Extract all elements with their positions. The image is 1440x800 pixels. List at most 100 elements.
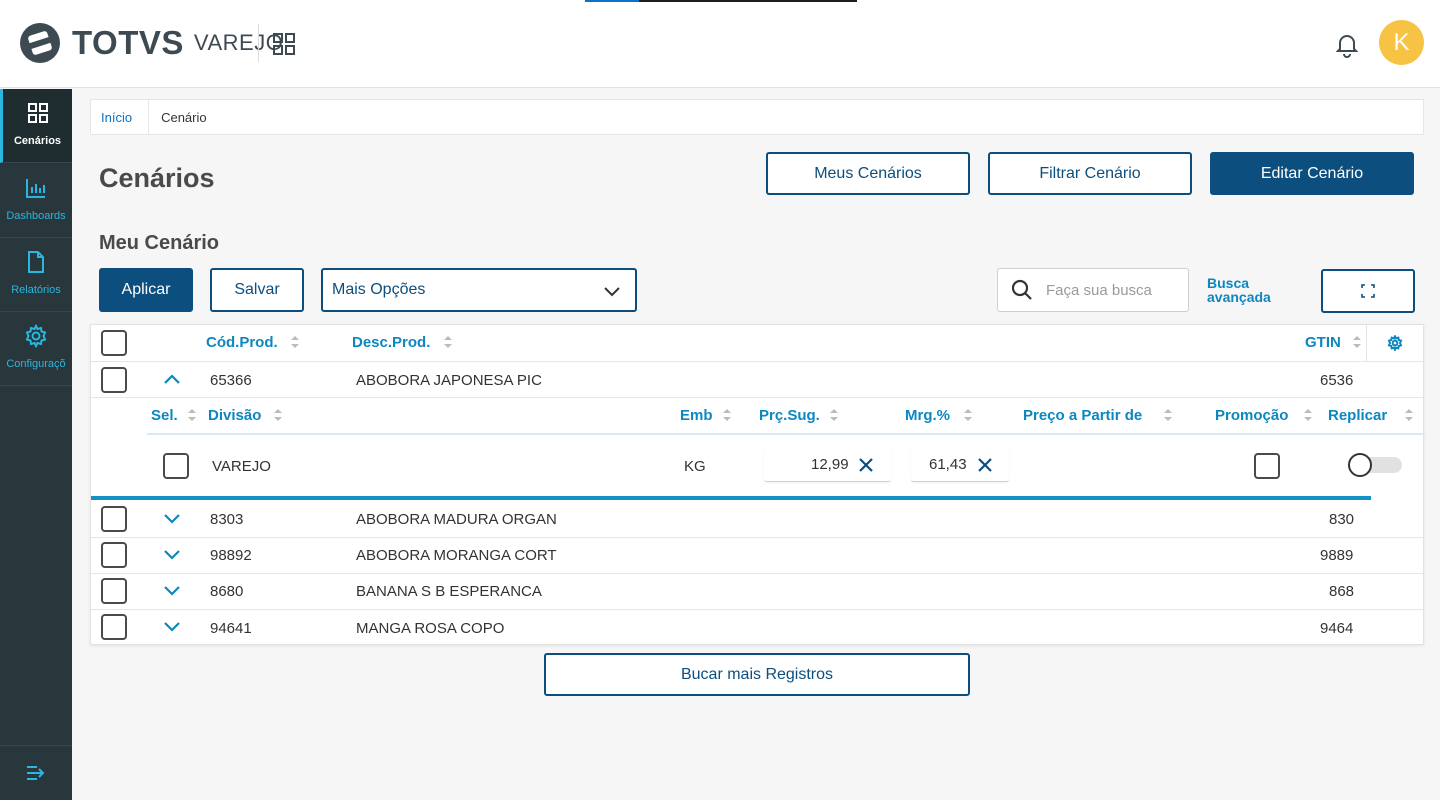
breadcrumb: Início Cenário bbox=[90, 99, 1424, 135]
row-checkbox[interactable] bbox=[101, 367, 127, 393]
promocao-checkbox[interactable] bbox=[1254, 453, 1280, 479]
editar-cenario-button[interactable]: Editar Cenário bbox=[1210, 152, 1414, 195]
sort-icon[interactable] bbox=[964, 409, 972, 421]
row-checkbox[interactable] bbox=[101, 542, 127, 568]
clear-icon[interactable] bbox=[977, 457, 993, 473]
breadcrumb-home-link[interactable]: Início bbox=[91, 100, 150, 134]
replicar-toggle[interactable] bbox=[1348, 453, 1402, 477]
detail-header-promocao[interactable]: Promoção bbox=[1215, 407, 1288, 424]
sidebar-item-dashboards[interactable]: Dashboards bbox=[0, 164, 72, 238]
mrg-value: 61,43 bbox=[929, 456, 967, 473]
column-header-desc[interactable]: Desc.Prod. bbox=[352, 334, 430, 351]
sidebar-collapse-button[interactable] bbox=[0, 745, 72, 800]
sort-icon[interactable] bbox=[830, 409, 838, 421]
mrg-field[interactable]: 61,43 bbox=[911, 448, 1009, 482]
column-header-cod[interactable]: Cód.Prod. bbox=[206, 334, 278, 351]
sort-icon[interactable] bbox=[274, 409, 282, 421]
top-header: TOTVS VAREJO K bbox=[0, 0, 1440, 88]
breadcrumb-current: Cenário bbox=[161, 109, 207, 125]
chevron-down-icon[interactable] bbox=[163, 545, 181, 563]
meus-cenarios-button[interactable]: Meus Cenários bbox=[766, 152, 970, 195]
sidebar-item-label: Configuraçõ bbox=[6, 358, 66, 370]
detail-header-sel[interactable]: Sel. bbox=[151, 407, 178, 424]
detail-header-divisao[interactable]: Divisão bbox=[208, 407, 261, 424]
row-gtin: 9889 bbox=[1320, 547, 1354, 564]
row-checkbox[interactable] bbox=[101, 506, 127, 532]
bar-chart-icon bbox=[26, 179, 45, 198]
prc-sug-value: 12,99 bbox=[811, 456, 849, 473]
select-all-checkbox[interactable] bbox=[101, 330, 127, 356]
prc-sug-field[interactable]: 12,99 bbox=[764, 448, 891, 482]
row-checkbox[interactable] bbox=[101, 578, 127, 604]
user-avatar[interactable]: K bbox=[1379, 20, 1424, 65]
chevron-down-icon[interactable] bbox=[163, 581, 181, 599]
fetch-more-records-button[interactable]: Bucar mais Registros bbox=[544, 653, 970, 696]
row-cod: 8303 bbox=[210, 511, 244, 528]
row-checkbox[interactable] bbox=[101, 614, 127, 640]
detail-header-mrg[interactable]: Mrg.% bbox=[905, 407, 950, 424]
filtrar-cenario-button[interactable]: Filtrar Cenário bbox=[988, 152, 1192, 195]
column-header-gtin[interactable]: GTIN bbox=[1305, 334, 1341, 351]
sort-icon[interactable] bbox=[1304, 409, 1312, 421]
page-title: Cenários bbox=[99, 163, 215, 193]
chevron-up-icon[interactable] bbox=[163, 371, 181, 389]
detail-header-replicar[interactable]: Replicar bbox=[1328, 407, 1387, 424]
chevron-down-icon[interactable] bbox=[163, 617, 181, 635]
row-gtin: 9464 bbox=[1320, 620, 1354, 637]
section-title: Meu Cenário bbox=[99, 232, 220, 254]
sort-icon[interactable] bbox=[444, 336, 452, 348]
grid-icon bbox=[27, 103, 48, 123]
row-cod: 98892 bbox=[210, 547, 252, 564]
document-icon bbox=[28, 251, 44, 273]
search-box[interactable] bbox=[997, 268, 1189, 312]
collapse-menu-icon bbox=[27, 766, 45, 780]
table-settings-gear-icon[interactable] bbox=[1387, 335, 1403, 351]
apps-grid-icon[interactable] bbox=[272, 32, 296, 56]
row-gtin: 868 bbox=[1329, 583, 1355, 600]
row-divider bbox=[91, 573, 1423, 574]
header-divider bbox=[258, 24, 259, 62]
fullscreen-button[interactable] bbox=[1321, 269, 1415, 313]
detail-header-emb[interactable]: Emb bbox=[680, 407, 713, 424]
advanced-search-link[interactable]: Busca avançada bbox=[1207, 276, 1287, 304]
detail-header-prc[interactable]: Prç.Sug. bbox=[759, 407, 820, 424]
brand-logo[interactable]: TOTVS VAREJO bbox=[18, 21, 283, 65]
search-input[interactable] bbox=[1046, 281, 1176, 299]
row-gtin: 6536 bbox=[1320, 372, 1354, 389]
row-desc: BANANA S B ESPERANCA bbox=[356, 583, 542, 600]
row-desc: ABOBORA MADURA ORGAN bbox=[356, 511, 557, 528]
sidebar-item-label: Relatórios bbox=[11, 284, 61, 296]
sort-icon[interactable] bbox=[1353, 336, 1361, 348]
row-cod: 8680 bbox=[210, 583, 244, 600]
sidebar-item-label: Dashboards bbox=[6, 210, 66, 222]
sidebar: Cenários Dashboards Relatórios Configura… bbox=[0, 89, 72, 800]
sort-icon[interactable] bbox=[1164, 409, 1172, 421]
sidebar-item-cenarios[interactable]: Cenários bbox=[0, 89, 72, 163]
mais-opcoes-select[interactable]: Mais Opções bbox=[321, 268, 637, 312]
sidebar-item-label: Cenários bbox=[13, 135, 62, 147]
expanded-row-accent bbox=[91, 496, 1371, 500]
expand-fullscreen-icon bbox=[1361, 284, 1375, 298]
row-desc: MANGA ROSA COPO bbox=[356, 620, 505, 637]
row-desc: ABOBORA MORANGA CORT bbox=[356, 547, 557, 564]
advanced-search-line1: Busca bbox=[1207, 275, 1250, 291]
row-gtin: 830 bbox=[1329, 511, 1355, 528]
bell-icon[interactable] bbox=[1333, 30, 1361, 58]
sort-icon[interactable] bbox=[1405, 409, 1413, 421]
sidebar-item-relatorios[interactable]: Relatórios bbox=[0, 238, 72, 312]
totvs-logo-icon bbox=[20, 23, 60, 63]
salvar-button[interactable]: Salvar bbox=[210, 268, 304, 312]
select-value: Mais Opções bbox=[332, 281, 426, 298]
column-divider bbox=[1366, 325, 1367, 361]
sort-icon[interactable] bbox=[188, 409, 196, 421]
chevron-down-icon[interactable] bbox=[163, 509, 181, 527]
sort-icon[interactable] bbox=[291, 336, 299, 348]
detail-header-preco-partir[interactable]: Preço a Partir de bbox=[1023, 407, 1142, 424]
row-divider bbox=[91, 537, 1423, 538]
detail-emb: KG bbox=[684, 458, 706, 475]
clear-icon[interactable] bbox=[858, 457, 874, 473]
detail-row-checkbox[interactable] bbox=[163, 453, 189, 479]
sidebar-item-configuracoes[interactable]: Configuraçõ bbox=[0, 312, 72, 386]
sort-icon[interactable] bbox=[723, 409, 731, 421]
aplicar-button[interactable]: Aplicar bbox=[99, 268, 193, 312]
